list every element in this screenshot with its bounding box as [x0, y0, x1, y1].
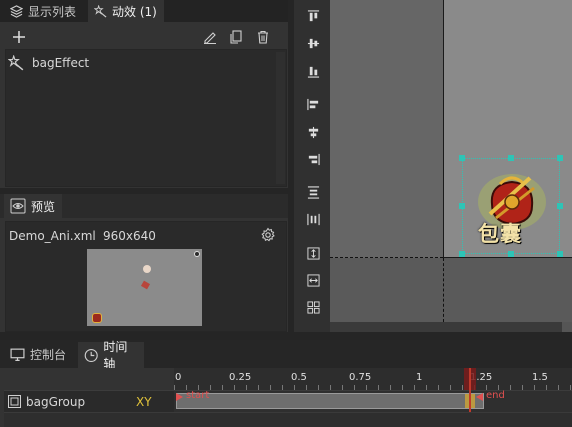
plus-icon	[13, 31, 25, 43]
align-top-icon	[307, 9, 319, 21]
tab-timeline[interactable]: 时间轴	[78, 340, 144, 371]
delete-effect-button[interactable]	[254, 28, 272, 46]
start-label: start	[186, 390, 210, 401]
magic-wand-icon	[8, 55, 24, 71]
canvas-scrollbar-corner	[562, 322, 572, 332]
clock-icon	[84, 348, 98, 362]
trash-icon	[258, 30, 268, 44]
tab-preview[interactable]: 预览	[4, 194, 62, 218]
list-item-bag-effect[interactable]: bagEffect	[8, 54, 268, 72]
track-name: bagGroup	[26, 395, 86, 409]
align-right-icon	[308, 153, 320, 165]
align-left-button[interactable]	[304, 95, 322, 113]
align-center-button[interactable]	[304, 123, 322, 141]
resize-handle-ne[interactable]	[557, 155, 563, 161]
start-marker[interactable]	[176, 393, 183, 401]
bottom-divider	[0, 332, 572, 340]
resize-handle-w[interactable]	[459, 203, 465, 209]
tab-console[interactable]: 控制台	[4, 342, 76, 366]
effect-clip-bar[interactable]	[176, 393, 484, 409]
end-marker[interactable]	[476, 393, 483, 401]
tab-timeline-label: 时间轴	[103, 340, 128, 371]
preview-sprite-dot	[143, 265, 151, 273]
tab-effects[interactable]: 动效 (1)	[88, 0, 164, 22]
align-bottom-icon	[307, 66, 319, 78]
sprite-caption: 包囊	[478, 222, 522, 246]
ruler-label: 0.25	[229, 372, 252, 383]
match-width-button[interactable]	[304, 271, 322, 289]
distribute-horizontal-button[interactable]	[304, 210, 322, 228]
preview-bag-sprite	[92, 313, 102, 323]
preview-settings-button[interactable]	[259, 226, 277, 244]
preview-resolution: 960x640	[103, 229, 156, 243]
align-right-button[interactable]	[304, 150, 322, 168]
distribute-vertical-icon	[307, 185, 319, 199]
distribute-horizontal-icon	[306, 213, 320, 225]
preview-thumbnail	[87, 249, 202, 326]
gear-icon	[261, 227, 275, 242]
distribute-vertical-button[interactable]	[304, 183, 322, 201]
match-width-icon	[306, 273, 320, 287]
track-icon	[8, 395, 21, 408]
guide-line-horizontal	[330, 257, 443, 258]
group-icon	[8, 395, 21, 408]
canvas-horizontal-scrollbar[interactable]	[330, 322, 572, 332]
ruler-label: 0.5	[291, 372, 307, 383]
guide-line-vertical	[443, 258, 444, 322]
align-middle-icon	[307, 38, 319, 48]
layers-icon	[10, 4, 23, 18]
timeline-empty-row	[4, 412, 572, 427]
eye-icon	[10, 198, 26, 214]
tab-display-list[interactable]: 显示列表	[4, 0, 86, 22]
match-height-icon	[306, 246, 320, 260]
canvas-lower-region	[330, 258, 572, 322]
grid-icon	[306, 300, 320, 314]
ruler-label: 1.5	[532, 372, 548, 383]
align-center-icon	[308, 126, 318, 138]
align-left-icon	[306, 98, 318, 110]
bag-sprite[interactable]: 包囊	[470, 162, 554, 250]
ruler-label: 0.75	[349, 372, 372, 383]
preview-sprite-small	[140, 280, 151, 290]
effect-item-label: bagEffect	[32, 56, 90, 70]
edit-effect-button[interactable]	[201, 28, 219, 46]
match-height-button[interactable]	[304, 244, 322, 262]
tab-console-label: 控制台	[30, 347, 67, 362]
copy-effect-button[interactable]	[227, 28, 245, 46]
preview-close-dot	[194, 251, 200, 257]
align-middle-button[interactable]	[304, 34, 322, 52]
align-bottom-button[interactable]	[304, 62, 322, 80]
copy-icon	[230, 30, 242, 44]
resize-handle-n[interactable]	[508, 155, 514, 161]
monitor-icon	[10, 348, 25, 361]
end-label: end	[486, 390, 505, 401]
add-effect-button[interactable]	[10, 28, 28, 46]
magic-wand-icon	[94, 4, 107, 18]
tab-preview-label: 预览	[31, 199, 56, 214]
preview-file-name: Demo_Ani.xml	[9, 229, 96, 243]
tab-effects-label: 动效 (1)	[112, 4, 157, 19]
track-property: XY	[136, 395, 152, 409]
resize-handle-s[interactable]	[508, 251, 514, 257]
pencil-icon	[204, 32, 216, 44]
resize-handle-sw[interactable]	[459, 251, 465, 257]
ruler-label: 1	[416, 372, 423, 383]
tab-display-list-label: 显示列表	[28, 4, 77, 19]
resize-handle-e[interactable]	[557, 203, 563, 209]
ruler-label: 0	[175, 372, 182, 383]
effects-list-scrollbar[interactable]	[276, 52, 285, 184]
grid-button[interactable]	[304, 298, 322, 316]
resize-handle-nw[interactable]	[459, 155, 465, 161]
resize-handle-se[interactable]	[557, 251, 563, 257]
align-top-button[interactable]	[304, 7, 322, 25]
